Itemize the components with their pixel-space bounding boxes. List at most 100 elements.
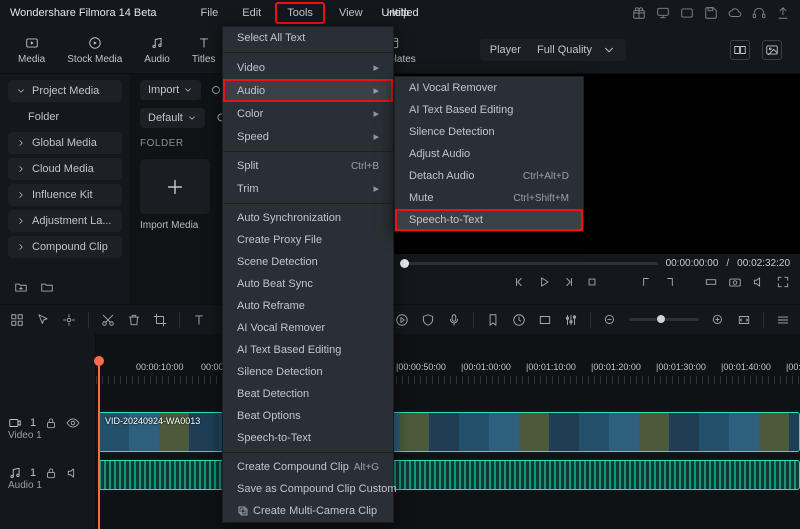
mi-scene[interactable]: Scene Detection (223, 251, 393, 273)
cut-icon[interactable] (101, 313, 115, 327)
headphone-icon[interactable] (752, 6, 766, 20)
save-icon[interactable] (704, 6, 718, 20)
pointer-icon[interactable] (36, 313, 50, 327)
mi-speech-to-text-sub[interactable]: Speech-to-Text (395, 209, 583, 231)
mi-speed[interactable]: Speed▸ (223, 125, 393, 148)
marker-icon[interactable] (486, 313, 500, 327)
ratio-icon[interactable] (538, 313, 552, 327)
video-track-header[interactable]: 1 Video 1 (0, 412, 95, 445)
mic-icon[interactable] (447, 313, 461, 327)
eye-icon[interactable] (66, 416, 80, 430)
mi-beat-detection[interactable]: Beat Detection (223, 383, 393, 405)
player-quality-select[interactable]: Player Full Quality (480, 39, 626, 61)
speed-icon[interactable] (512, 313, 526, 327)
mi-audio[interactable]: Audio▸ (223, 79, 393, 102)
mi-reframe[interactable]: Auto Reframe (223, 295, 393, 317)
mi-ai-vocal-remover[interactable]: AI Vocal Remover (395, 77, 583, 99)
sort-default[interactable]: Default (140, 108, 205, 128)
mark-out-icon[interactable] (663, 275, 677, 289)
delete-icon[interactable] (127, 313, 141, 327)
monitor-icon[interactable] (656, 6, 670, 20)
export-icon[interactable] (776, 6, 790, 20)
sidebar-item-folder[interactable]: Folder (8, 106, 122, 128)
sidebar-item-adjustment-layer[interactable]: Adjustment La... (8, 210, 122, 232)
menu-view[interactable]: View (329, 4, 373, 22)
import-media-tile[interactable] (140, 159, 210, 214)
mi-ai-text-based-editing[interactable]: AI Text Based Editing (395, 99, 583, 121)
new-folder-icon[interactable] (14, 280, 28, 294)
undo-icon[interactable] (10, 313, 24, 327)
mi-video[interactable]: Video▸ (223, 56, 393, 79)
play-tl-icon[interactable] (395, 313, 409, 327)
mi-auto-sync[interactable]: Auto Synchronization (223, 207, 393, 229)
menu-edit[interactable]: Edit (232, 4, 271, 22)
audio-clip[interactable] (98, 460, 800, 490)
mixer-icon[interactable] (564, 313, 578, 327)
mi-compound-custom[interactable]: Save as Compound Clip Custom (223, 478, 393, 500)
mi-multicam[interactable]: Create Multi-Camera Clip (223, 500, 393, 522)
mi-speech-to-text[interactable]: Speech-to-Text (223, 427, 393, 449)
mi-compound-clip[interactable]: Create Compound ClipAlt+G (223, 456, 393, 478)
timeline-ruler[interactable]: 00:00:10:00 00:00:20:00 00:00:30:00 |00:… (96, 362, 800, 386)
zoom-in-icon[interactable] (711, 313, 725, 327)
mi-vocal-remover[interactable]: AI Vocal Remover (223, 317, 393, 339)
sidebar-item-compound-clip[interactable]: Compound Clip (8, 236, 122, 258)
playhead[interactable] (98, 362, 100, 529)
folder-icon[interactable] (40, 280, 54, 294)
mi-silence-detection[interactable]: Silence Detection (223, 361, 393, 383)
compare-icon[interactable] (730, 40, 750, 60)
mute-icon[interactable] (66, 466, 80, 480)
audio-track-header[interactable]: 1 Audio 1 (0, 462, 95, 495)
list-icon[interactable] (776, 313, 790, 327)
lock-icon[interactable] (44, 416, 58, 430)
mi-split[interactable]: SplitCtrl+B (223, 155, 393, 177)
gift-icon[interactable] (632, 6, 646, 20)
shield-icon[interactable] (421, 313, 435, 327)
mi-color[interactable]: Color▸ (223, 102, 393, 125)
tab-titles[interactable]: Titles (192, 34, 216, 65)
screen-icon[interactable] (680, 6, 694, 20)
zoom-out-icon[interactable] (603, 313, 617, 327)
hand-icon[interactable] (62, 313, 76, 327)
sidebar-item-global-media[interactable]: Global Media (8, 132, 122, 154)
mi-trim[interactable]: Trim▸ (223, 177, 393, 200)
crop-icon[interactable] (153, 313, 167, 327)
tab-stock-media[interactable]: Stock Media (67, 34, 122, 65)
audio-track[interactable] (96, 458, 800, 492)
cloud-icon[interactable] (728, 6, 742, 20)
menu-file[interactable]: File (191, 4, 229, 22)
zoom-fit-icon[interactable] (737, 313, 751, 327)
mi-beat-options[interactable]: Beat Options (223, 405, 393, 427)
stop-icon[interactable] (585, 275, 599, 289)
tab-audio[interactable]: Audio (144, 34, 170, 65)
next-frame-icon[interactable] (561, 275, 575, 289)
mi-proxy[interactable]: Create Proxy File (223, 229, 393, 251)
mi-mute[interactable]: MuteCtrl+Shift+M (395, 187, 583, 209)
mi-beat-sync[interactable]: Auto Beat Sync (223, 273, 393, 295)
zoom-slider[interactable] (629, 318, 699, 321)
mi-detach-audio[interactable]: Detach AudioCtrl+Alt+D (395, 165, 583, 187)
menu-tools[interactable]: Tools (275, 2, 325, 24)
mi-silence-detection-sub[interactable]: Silence Detection (395, 121, 583, 143)
tab-media[interactable]: Media (18, 34, 45, 65)
video-track[interactable]: VID-20240924-WA0013 (96, 410, 800, 454)
snap-icon[interactable] (704, 275, 718, 289)
lock-icon[interactable] (44, 466, 58, 480)
image-icon[interactable] (762, 40, 782, 60)
preview-scrubber[interactable] (400, 262, 658, 265)
sidebar-item-project-media[interactable]: Project Media (8, 80, 122, 102)
mark-in-icon[interactable] (639, 275, 653, 289)
prev-frame-icon[interactable] (513, 275, 527, 289)
import-button[interactable]: Import (140, 80, 201, 100)
play-icon[interactable] (537, 275, 551, 289)
mi-text-based-editing[interactable]: AI Text Based Editing (223, 339, 393, 361)
volume-icon[interactable] (752, 275, 766, 289)
sidebar-item-influence-kit[interactable]: Influence Kit (8, 184, 122, 206)
mi-select-all-text[interactable]: Select All Text (223, 27, 393, 49)
video-clip[interactable]: VID-20240924-WA0013 (98, 412, 800, 452)
text-icon[interactable] (192, 313, 206, 327)
fullscreen-icon[interactable] (776, 275, 790, 289)
sidebar-item-cloud-media[interactable]: Cloud Media (8, 158, 122, 180)
camera-icon[interactable] (728, 275, 742, 289)
mi-adjust-audio[interactable]: Adjust Audio (395, 143, 583, 165)
